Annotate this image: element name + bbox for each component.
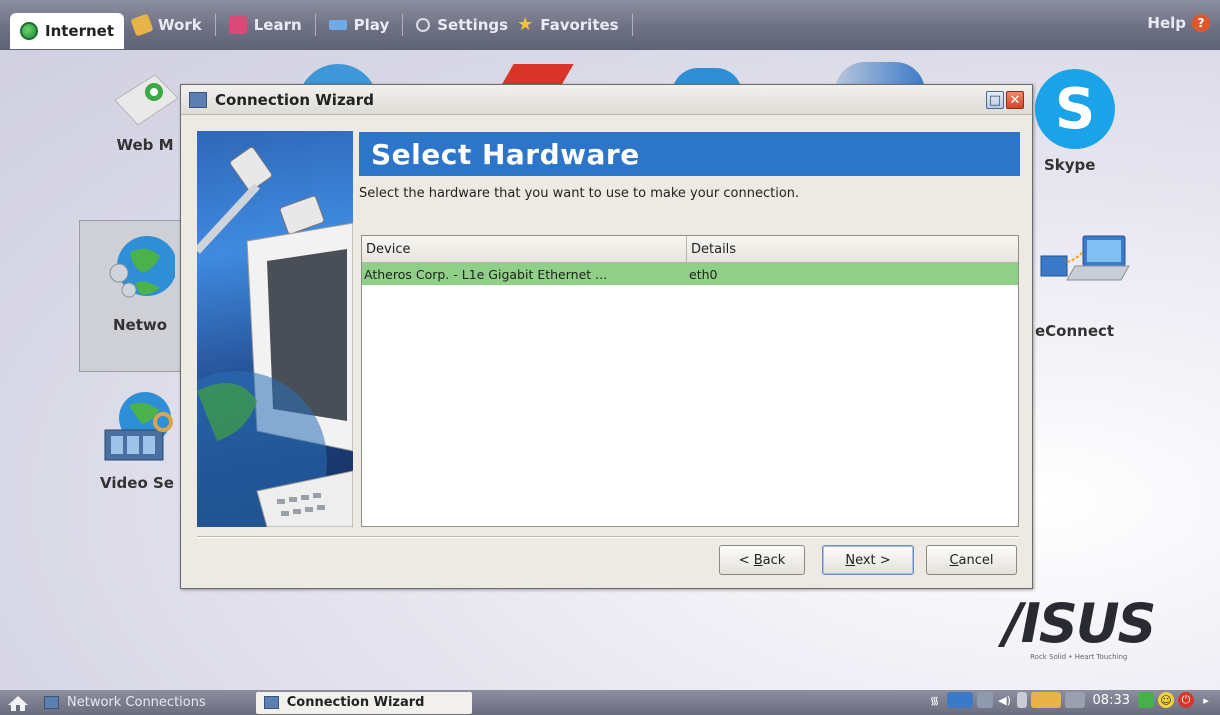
globe-icon (20, 22, 38, 40)
table-row[interactable]: Atheros Corp. - L1e Gigabit Ethernet ...… (362, 263, 1018, 285)
battery-icon[interactable] (1030, 692, 1061, 708)
video-search-icon (97, 388, 177, 466)
svg-text:S: S (1055, 77, 1095, 142)
connection-wizard-dialog: Connection Wizard □ ✕ Select Hardware Se… (180, 84, 1033, 589)
top-tab-bar: Internet Work Learn Play Settings ★ Favo… (0, 0, 1220, 50)
back-mnemonic: B (753, 552, 763, 568)
page-subtitle: Select the hardware that you want to use… (359, 186, 800, 201)
tab-play[interactable]: Play (320, 10, 399, 40)
star-icon: ★ (517, 14, 534, 35)
desktop-icon-video-search[interactable]: Video Se (92, 388, 182, 492)
tab-favorites[interactable]: ★ Favorites (517, 10, 628, 40)
desktop-icon-label: Video Se (100, 474, 174, 492)
tab-label: Learn (253, 16, 302, 34)
settings-icon (416, 18, 431, 32)
desktop-icon-label: Netwo (112, 316, 168, 334)
details-cell: eth0 (689, 266, 718, 282)
taskbar: Network Connections Connection Wizard ᯾ … (0, 690, 1220, 715)
tab-work[interactable]: Work (124, 10, 211, 40)
wifi-icon[interactable]: ᯾ (927, 692, 943, 708)
desktop-icon-label: Skype (1044, 156, 1096, 174)
cancel-mnemonic: C (949, 552, 959, 568)
desktop-icon-label: eConnect (1035, 322, 1115, 340)
tab-learn[interactable]: Learn (220, 10, 311, 40)
web-mail-icon (110, 70, 180, 128)
network-status-icon[interactable] (946, 692, 973, 708)
tab-settings[interactable]: Settings (407, 10, 517, 40)
button-divider (197, 536, 1019, 538)
window-icon (44, 696, 59, 709)
tab-separator (631, 14, 633, 36)
window-icon (263, 696, 279, 709)
task-label: Connection Wizard (286, 695, 425, 710)
clock: 08:33 (1092, 692, 1130, 708)
keyboard-icon[interactable] (1064, 692, 1085, 708)
network-icon (105, 228, 177, 308)
page-banner: Select Hardware (359, 132, 1020, 176)
home-button[interactable] (0, 690, 36, 715)
task-label: Network Connections (67, 695, 206, 710)
arrow-right-icon[interactable]: ▸ (1198, 692, 1214, 708)
desktop-icon-label: Web M (116, 136, 174, 154)
desktop-icon-econnect[interactable]: eConnect (1035, 232, 1135, 340)
storage-icon[interactable] (1016, 692, 1027, 708)
tab-label: Settings (437, 16, 509, 34)
volume-icon[interactable]: ◀) (997, 692, 1013, 708)
task-network-connections[interactable]: Network Connections (36, 692, 214, 714)
column-header-device[interactable]: Device (362, 236, 687, 262)
desktop-icon-network[interactable]: Netwo (95, 228, 185, 334)
list-header: Device Details (362, 236, 1018, 263)
wizard-side-image (197, 131, 353, 527)
next-button[interactable]: Next > (822, 545, 914, 575)
desktop-icon[interactable] (1138, 692, 1154, 708)
skype-icon: S (1032, 66, 1118, 152)
window-controls: □ ✕ (986, 91, 1024, 109)
learn-icon (228, 16, 247, 34)
back-prefix: < (738, 552, 754, 568)
help-label: Help (1147, 14, 1186, 32)
econnect-icon (1035, 232, 1131, 298)
work-icon (130, 13, 154, 37)
help-icon: ? (1192, 14, 1210, 32)
cancel-rest: ancel (958, 552, 994, 568)
device-cell: Atheros Corp. - L1e Gigabit Ethernet ... (364, 266, 608, 282)
dialog-title: Connection Wizard (215, 90, 374, 109)
tab-label: Favorites (540, 16, 619, 34)
brand-logo: /ISUS (1003, 592, 1156, 655)
cancel-button[interactable]: Cancel (926, 545, 1017, 575)
tab-label: Work (158, 16, 202, 34)
next-mnemonic: N (845, 552, 856, 568)
window-icon (189, 91, 207, 108)
power-icon[interactable]: ⏻ (1178, 692, 1194, 708)
tab-label: Play (353, 16, 390, 34)
asus-logo: /ISUS Rock Solid • Heart Touching (1003, 592, 1156, 662)
display-icon[interactable] (976, 692, 993, 708)
back-button[interactable]: < Back (719, 545, 805, 575)
desktop-icon-skype[interactable]: S Skype (1032, 66, 1122, 174)
maximize-button[interactable]: □ (986, 91, 1004, 109)
close-icon: ✕ (1009, 92, 1021, 108)
tab-separator (314, 14, 316, 36)
back-rest: ack (762, 552, 786, 568)
hardware-list[interactable]: Device Details Atheros Corp. - L1e Gigab… (361, 235, 1019, 527)
smiley-icon[interactable]: ☺ (1158, 692, 1174, 708)
tab-separator (402, 14, 404, 36)
tab-internet[interactable]: Internet (10, 13, 125, 49)
help-button[interactable]: Help ? (1147, 14, 1210, 32)
system-tray: ᯾ ◀) 08:33 ☺ ⏻ ▸ (927, 692, 1214, 708)
next-rest: ext > (855, 552, 891, 568)
tab-separator (214, 14, 216, 36)
dialog-titlebar[interactable]: Connection Wizard □ ✕ (181, 85, 1032, 115)
maximize-icon: □ (988, 92, 1002, 108)
task-connection-wizard[interactable]: Connection Wizard (255, 691, 472, 714)
close-button[interactable]: ✕ (1006, 91, 1024, 109)
play-icon (328, 20, 347, 30)
column-header-details[interactable]: Details (687, 236, 736, 262)
home-icon (8, 695, 28, 711)
desktop-icon-web-mail[interactable]: Web M (100, 70, 190, 154)
tab-label: Internet (45, 22, 115, 40)
